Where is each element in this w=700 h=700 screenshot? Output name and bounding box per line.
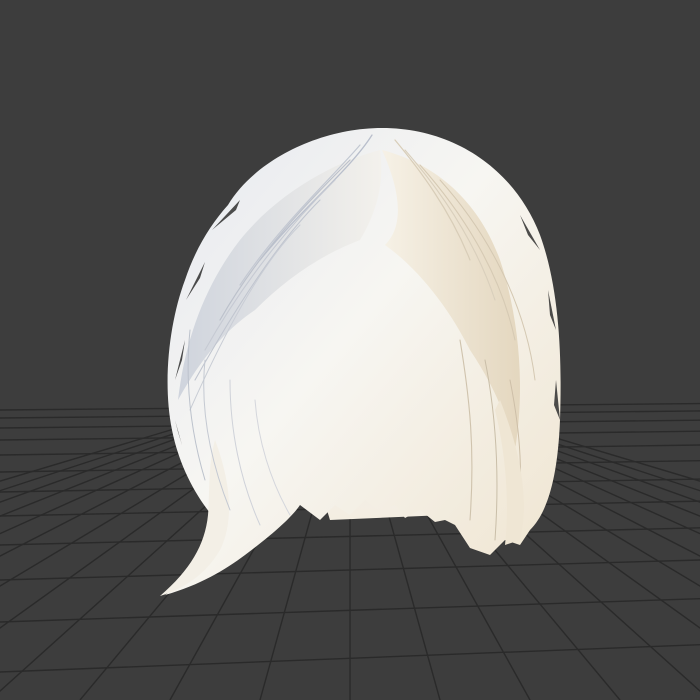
viewport-canvas[interactable] — [0, 0, 700, 700]
3d-viewport[interactable] — [0, 0, 700, 700]
hair-model[interactable] — [160, 128, 561, 596]
